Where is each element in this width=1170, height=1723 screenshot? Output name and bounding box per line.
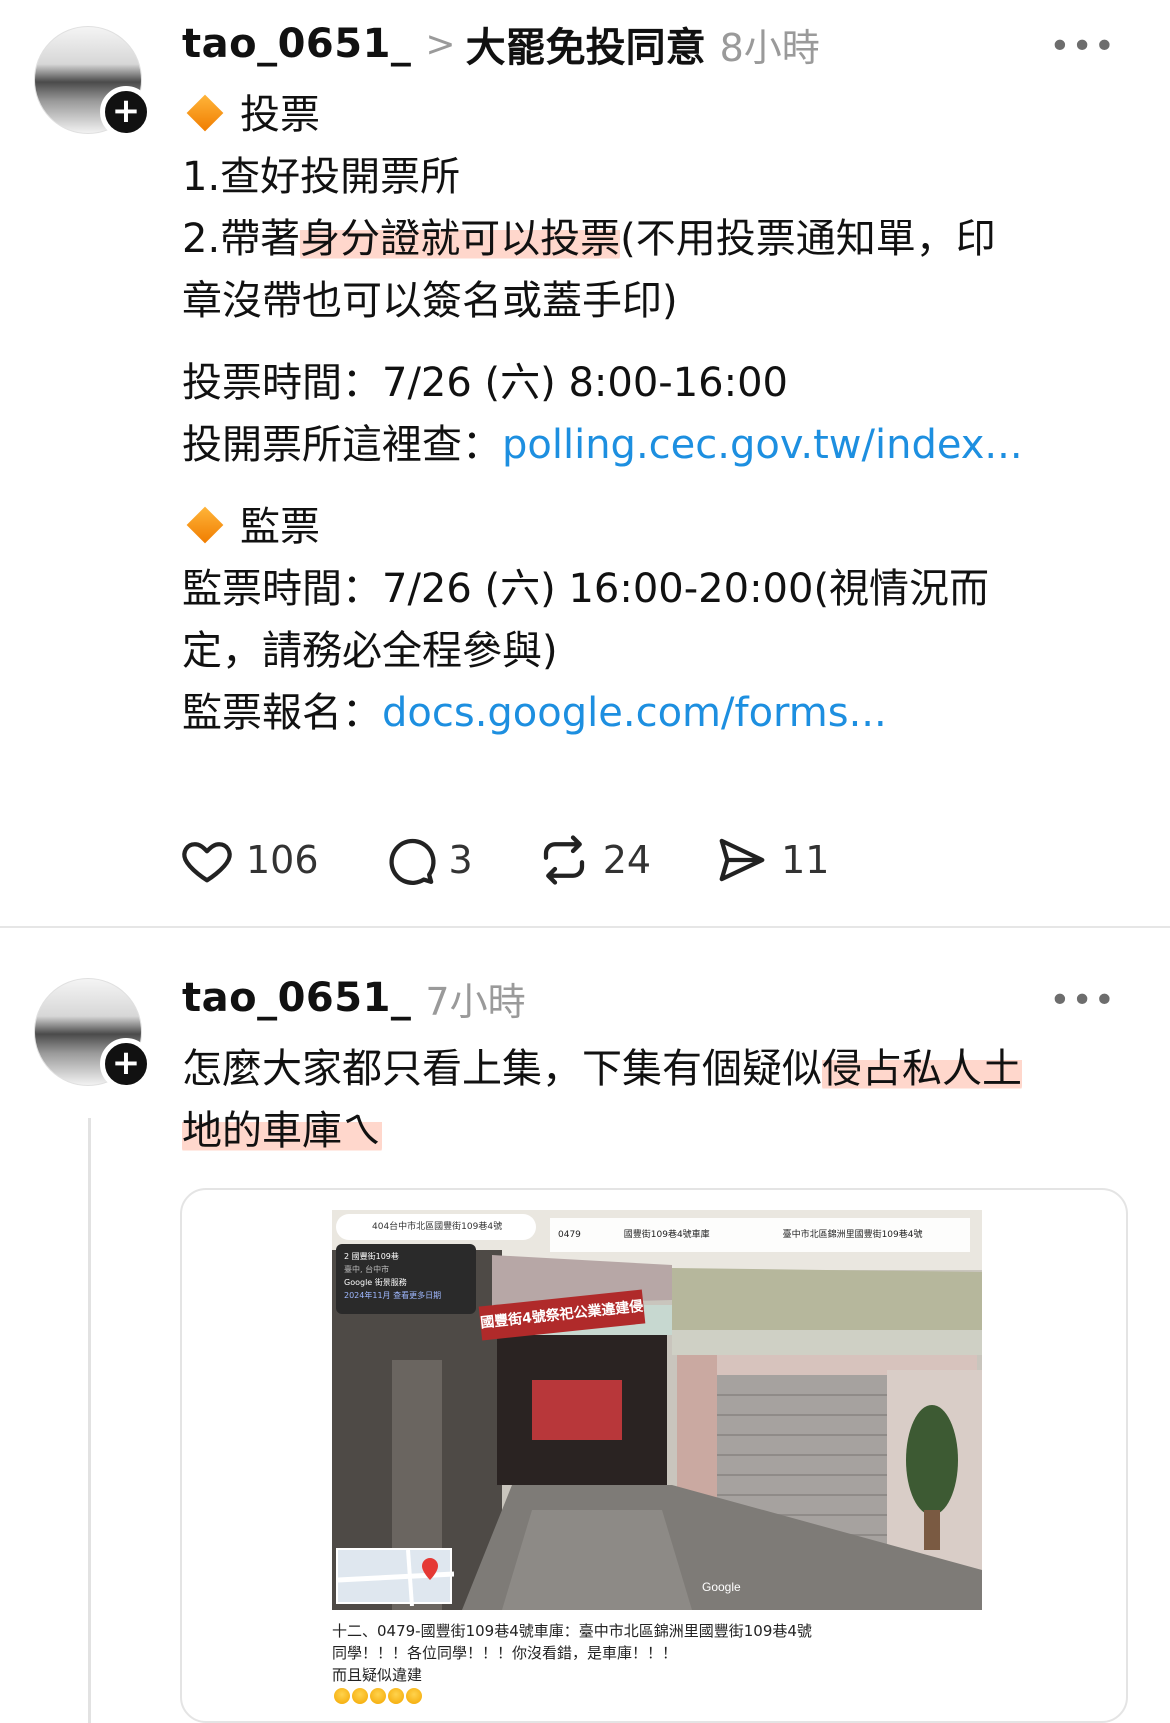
chevron-right-icon: >	[425, 23, 456, 65]
highlight-mark: 侵占私人土	[822, 1046, 1022, 1092]
comment-button[interactable]: 3	[383, 833, 473, 887]
map-info-card: 2 國豐街109巷 臺中, 台中市 Google 街景服務 2024年11月 查…	[336, 1244, 476, 1314]
share-count: 11	[781, 838, 830, 882]
heart-icon	[182, 842, 232, 883]
map-card-sub: 臺中, 台中市	[344, 1265, 390, 1274]
avatar-container[interactable]: +	[34, 978, 152, 1090]
thread-name[interactable]: 大罷免投同意	[466, 15, 706, 73]
username[interactable]: tao_0651_	[182, 21, 411, 67]
map-pin-icon	[337, 1549, 455, 1607]
repost-button[interactable]: 24	[537, 833, 651, 887]
caption-line: 十二、0479-國豐街109巷4號車庫：臺中市北區錦洲里國豐街109巷4號	[332, 1622, 812, 1640]
post-header: tao_0651_ 7小時	[182, 968, 526, 1028]
map-card-title: 2 國豐街109巷	[344, 1252, 399, 1261]
star-eyes-emoji-icon	[388, 1688, 404, 1704]
star-eyes-emoji-icon	[370, 1688, 386, 1704]
orange-diamond-icon	[186, 94, 224, 132]
post-time: 8小時	[719, 25, 820, 70]
like-button[interactable]: 106	[180, 833, 319, 887]
image-attachment[interactable]: 404台中市北區國豐街109巷4號 2 國豐街109巷 臺中, 台中市 Goog…	[180, 1188, 1128, 1723]
monitor-link-line: 監票報名：docs.google.com/forms...	[182, 690, 887, 736]
post: + tao_0651_ > 大罷免投同意 8小時 ••• 投票 1.查好投開票所…	[0, 0, 1170, 928]
body-line: 怎麼大家都只看上集，下集有個疑似侵占私人土	[182, 1046, 1022, 1092]
comment-icon	[388, 838, 436, 885]
street-view-screenshot[interactable]: 404台中市北區國豐街109巷4號 2 國豐街109巷 臺中, 台中市 Goog…	[332, 1210, 982, 1610]
map-search-bar[interactable]: 404台中市北區國豐街109巷4號	[336, 1214, 536, 1240]
vote-heading: 投票	[182, 84, 1112, 146]
star-eyes-emoji-icon	[352, 1688, 368, 1704]
action-bar: 106 3 24 11	[180, 830, 893, 890]
username[interactable]: tao_0651_	[182, 975, 411, 1021]
vote-time-line: 投票時間：7/26 (六) 8:00-16:00	[182, 360, 788, 406]
follow-plus-icon[interactable]: +	[100, 1038, 152, 1090]
post-header: tao_0651_ > 大罷免投同意 8小時	[182, 14, 820, 74]
orange-diamond-icon	[186, 506, 224, 544]
body-line: 2.帶著身分證就可以投票(不用投票通知單，印	[182, 216, 996, 262]
star-eyes-emoji-icon	[334, 1688, 350, 1704]
map-card-date: 2024年11月 查看更多日期	[344, 1291, 442, 1300]
google-watermark: Google	[702, 1580, 741, 1594]
share-button[interactable]: 11	[715, 833, 829, 887]
post-body: 投票 1.查好投開票所 2.帶著身分證就可以投票(不用投票通知單，印 章沒帶也可…	[182, 84, 1112, 744]
follow-plus-icon[interactable]: +	[100, 86, 152, 138]
monitor-heading: 監票	[182, 496, 1112, 558]
highlight-mark: 身分證就可以投票	[300, 216, 621, 262]
send-icon	[719, 838, 765, 882]
comment-count: 3	[448, 838, 473, 882]
repost-count: 24	[602, 838, 652, 882]
body-line: 定，請務必全程參與)	[182, 628, 558, 674]
body-line: 章沒帶也可以簽名或蓋手印)	[182, 278, 678, 324]
post-divider	[0, 926, 1170, 928]
more-options-icon[interactable]: •••	[1049, 980, 1116, 1021]
monitor-time-line: 監票時間：7/26 (六) 16:00-20:00(視情況而	[182, 566, 990, 612]
caption-line: 同學！！！各位同學！！！你沒看錯，是車庫！！！	[332, 1644, 678, 1662]
like-count: 106	[246, 838, 319, 882]
map-card-brand: Google 街景服務	[344, 1278, 407, 1287]
image-caption: 十二、0479-國豐街109巷4號車庫：臺中市北區錦洲里國豐街109巷4號 同學…	[332, 1620, 972, 1708]
avatar-container[interactable]: +	[34, 26, 152, 138]
thread-connector-line	[88, 1118, 91, 1723]
repost-icon	[543, 835, 584, 885]
polling-link[interactable]: polling.cec.gov.tw/index...	[502, 422, 1023, 468]
post-time: 7小時	[425, 979, 526, 1024]
highlight-mark: 地的車庫ㄟ	[182, 1108, 382, 1154]
body-line: 地的車庫ㄟ	[182, 1100, 1112, 1162]
body-line: 1.查好投開票所	[182, 154, 461, 200]
post-body: 怎麼大家都只看上集，下集有個疑似侵占私人土 地的車庫ㄟ	[182, 1038, 1112, 1162]
more-options-icon[interactable]: •••	[1049, 26, 1116, 67]
form-link[interactable]: docs.google.com/forms...	[382, 690, 887, 736]
star-eyes-emoji-icon	[406, 1688, 422, 1704]
minimap[interactable]	[336, 1548, 455, 1607]
polling-link-line: 投開票所這裡查：polling.cec.gov.tw/index...	[182, 422, 1023, 468]
street-view-header: 0479 國豐街109巷4號車庫 臺中市北區錦洲里國豐街109巷4號	[550, 1218, 970, 1252]
caption-line-3: 而且疑似違建	[332, 1664, 972, 1708]
